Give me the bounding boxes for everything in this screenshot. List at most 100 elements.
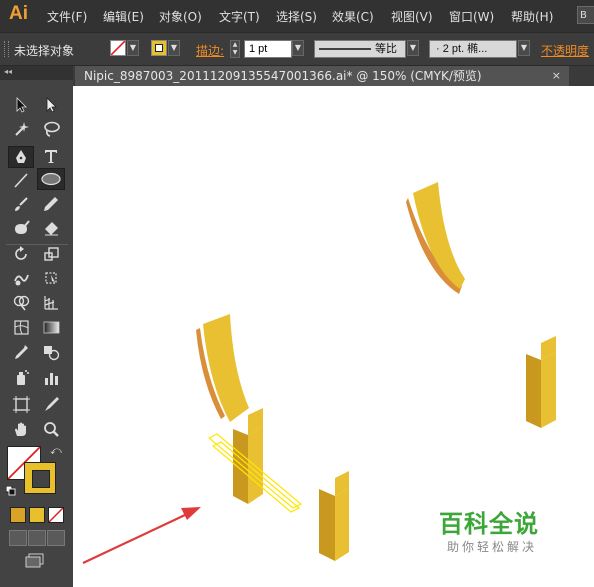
selection-tool-icon	[16, 97, 27, 113]
eyedropper-tool[interactable]	[10, 342, 32, 362]
post-right[interactable]	[526, 336, 556, 428]
paintbrush-tool[interactable]	[10, 194, 32, 214]
stroke-label[interactable]: 描边:	[196, 42, 224, 59]
stroke-indicator[interactable]	[24, 462, 56, 494]
zoom-icon	[44, 422, 59, 437]
draw-behind-button[interactable]	[28, 530, 46, 546]
magic-wand-icon	[15, 122, 29, 136]
none-swatch-icon	[110, 40, 126, 56]
symbol-sprayer-icon	[17, 370, 29, 385]
none-mode-icon	[48, 507, 64, 523]
bridge-button[interactable]: B	[577, 6, 594, 24]
document-title: Nipic_8987003_20111209135547001366.ai* @…	[84, 69, 482, 83]
tools-panel-header[interactable]: ◂◂	[0, 66, 73, 80]
shape-builder-tool[interactable]	[10, 292, 32, 312]
annotation-arrow	[82, 507, 201, 564]
menu-select[interactable]: 选择(S)	[276, 8, 317, 25]
swap-fill-stroke-icon[interactable]: ⤺	[50, 444, 62, 458]
watermark-title: 百科全说	[439, 510, 539, 538]
brush-dropdown[interactable]: ▼	[518, 40, 530, 56]
mesh-tool[interactable]	[10, 317, 32, 337]
warp-tool[interactable]	[10, 268, 32, 288]
selection-status: 未选择对象	[14, 44, 75, 58]
post-bottom[interactable]	[319, 471, 349, 561]
profile-dropdown[interactable]: ▼	[407, 40, 419, 56]
menu-object[interactable]: 对象(O)	[159, 8, 202, 25]
draw-normal-button[interactable]	[9, 530, 27, 546]
selection-tool[interactable]	[10, 95, 32, 115]
menu-help[interactable]: 帮助(H)	[511, 8, 553, 25]
stroke-weight-spinner[interactable]: ▲ ▼	[230, 40, 240, 58]
pen-tool-icon	[16, 150, 26, 163]
scale-tool[interactable]	[40, 244, 62, 264]
document-tab[interactable]: Nipic_8987003_20111209135547001366.ai* @…	[75, 66, 569, 86]
fill-dropdown[interactable]: ▼	[127, 40, 139, 56]
stroke-weight-field[interactable]: 1 pt	[244, 40, 292, 58]
lasso-tool[interactable]	[40, 119, 62, 139]
type-tool-icon	[45, 150, 57, 163]
perspective-grid-icon	[44, 296, 58, 310]
zoom-tool[interactable]	[40, 419, 62, 439]
tools-panel: ◂◂ ⤺	[0, 66, 73, 587]
eraser-tool[interactable]	[40, 218, 62, 238]
slice-tool[interactable]	[40, 394, 62, 414]
default-colors-icon[interactable]	[5, 485, 16, 496]
none-mode-button[interactable]	[48, 507, 64, 523]
gradient-tool[interactable]	[40, 317, 62, 337]
color-mode-button[interactable]	[10, 507, 26, 523]
magic-wand-tool[interactable]	[10, 119, 32, 139]
variable-width-profile[interactable]: 等比	[314, 40, 406, 58]
collapse-icon[interactable]: ◂◂	[4, 67, 12, 76]
column-graph-tool[interactable]	[40, 368, 62, 388]
watermark-subtitle: 助你轻松解决	[447, 540, 538, 554]
artboard-tool[interactable]	[10, 394, 32, 414]
menu-window[interactable]: 窗口(W)	[449, 8, 494, 25]
free-transform-tool[interactable]	[40, 268, 62, 288]
hand-tool[interactable]	[10, 419, 32, 439]
line-segment-tool[interactable]	[10, 170, 32, 190]
brush-definition[interactable]: · 2 pt. 椭...	[429, 40, 517, 58]
stroke-swatch-icon	[155, 44, 163, 52]
symbol-sprayer-tool[interactable]	[10, 368, 32, 388]
stroke-weight-dropdown[interactable]: ▼	[292, 40, 304, 56]
menu-effect[interactable]: 效果(C)	[332, 8, 374, 25]
profile-label: 等比	[375, 43, 397, 55]
direct-selection-tool-icon	[46, 97, 57, 113]
rotate-tool[interactable]	[10, 244, 32, 264]
eyedropper-icon	[15, 345, 28, 359]
menu-edit[interactable]: 编辑(E)	[103, 8, 144, 25]
close-tab-icon[interactable]: ×	[552, 66, 561, 86]
blob-brush-tool[interactable]	[10, 218, 32, 238]
hand-icon	[15, 422, 26, 436]
opacity-label[interactable]: 不透明度	[541, 42, 589, 59]
menu-file[interactable]: 文件(F)	[47, 8, 87, 25]
draw-inside-button[interactable]	[47, 530, 65, 546]
stroke-dropdown[interactable]: ▼	[168, 40, 180, 56]
panel-grip[interactable]	[4, 41, 9, 57]
perspective-grid-tool[interactable]	[40, 292, 62, 312]
eraser-icon	[45, 222, 58, 236]
pen-tool[interactable]	[8, 146, 34, 168]
scale-icon	[44, 247, 59, 261]
shape-builder-icon	[13, 295, 30, 311]
curved-ribbon-lower[interactable]	[196, 314, 249, 422]
warp-icon	[14, 274, 29, 286]
curved-ribbon-upper[interactable]	[406, 182, 465, 294]
free-transform-icon	[45, 272, 57, 284]
line-tool-icon	[14, 173, 28, 188]
type-tool[interactable]	[40, 146, 62, 166]
screen-mode-button[interactable]	[24, 553, 46, 569]
paintbrush-icon	[15, 197, 28, 211]
direct-selection-tool[interactable]	[40, 95, 62, 115]
gradient-mode-button[interactable]	[29, 507, 45, 523]
menu-type[interactable]: 文字(T)	[219, 8, 260, 25]
artboard-canvas[interactable]: 百科全说 助你轻松解决	[73, 86, 594, 587]
stroke-color-button[interactable]	[151, 40, 167, 56]
blend-tool[interactable]	[40, 342, 62, 362]
fill-color-button[interactable]	[110, 40, 126, 56]
artboard-icon	[13, 396, 30, 413]
pencil-tool[interactable]	[40, 194, 62, 214]
menu-view[interactable]: 视图(V)	[391, 8, 433, 25]
ellipse-tool[interactable]	[37, 168, 65, 190]
app-logo: Ai	[9, 3, 28, 24]
